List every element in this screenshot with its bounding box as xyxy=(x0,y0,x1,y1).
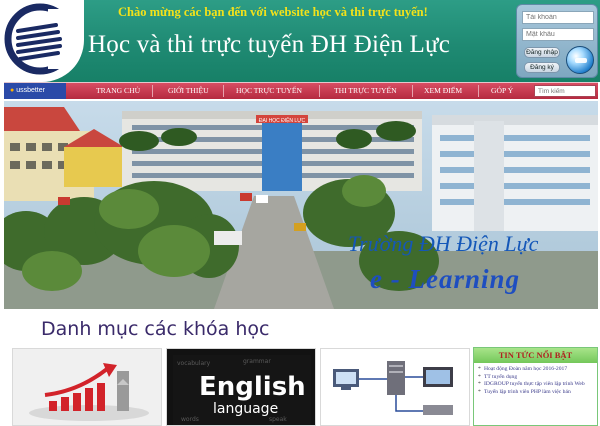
login-button[interactable]: Đăng nhập xyxy=(524,47,560,58)
nav-item-online-learning[interactable]: HỌC TRỰC TUYẾN xyxy=(236,83,302,99)
university-logo[interactable] xyxy=(0,0,84,82)
news-list: Hoạt động Đoàn năm học 2016-2017 TT tuyể… xyxy=(474,363,597,396)
nav-item-online-exam[interactable]: THI TRỰC TUYẾN xyxy=(334,83,397,99)
nav-item-feedback[interactable]: GÓP Ý xyxy=(491,83,513,99)
news-item[interactable]: IDGROUP tuyển thực tập viên lập trình We… xyxy=(478,381,593,389)
network-diagram-image xyxy=(333,361,453,415)
nav-divider xyxy=(223,85,224,97)
svg-text:grammar: grammar xyxy=(243,358,271,365)
featured-news-panel: TIN TỨC NỔI BẬT Hoạt động Đoàn năm học 2… xyxy=(473,347,598,426)
register-button[interactable]: Đăng ký xyxy=(524,62,560,73)
news-item[interactable]: Tuyển lập trình viên PHP làm việc bán xyxy=(478,389,593,397)
course-catalog-title: Danh mục các khóa học xyxy=(41,318,270,340)
brand-dot-icon: ● xyxy=(10,87,15,94)
nav-item-view-grades[interactable]: XEM ĐIỂM xyxy=(424,83,462,99)
site-header: Chào mừng các bạn đến với website học và… xyxy=(0,0,600,82)
campus-banner: ĐẠI HỌC ĐIỆN LỰC Trường ĐH Điện Lực e - … xyxy=(4,101,598,309)
svg-text:words: words xyxy=(181,416,199,423)
news-item[interactable]: Hoạt động Đoàn năm học 2016-2017 xyxy=(478,366,593,374)
submit-globe-icon[interactable] xyxy=(566,46,594,74)
power-coil-icon xyxy=(4,3,80,75)
nav-divider xyxy=(478,85,479,97)
course-card[interactable]: vocabulary grammar words speak English lan… xyxy=(166,348,316,426)
nav-divider xyxy=(152,85,153,97)
banner-subheading: e - Learning xyxy=(370,264,520,294)
english-language-image: vocabulary grammar words speak English lan… xyxy=(173,355,311,425)
svg-text:vocabulary: vocabulary xyxy=(177,360,211,367)
nav-divider xyxy=(319,85,320,97)
login-panel: Đăng nhập Đăng ký xyxy=(516,4,598,78)
svg-text:speak: speak xyxy=(269,416,287,423)
nav-brand-label: ussbetter xyxy=(16,87,45,94)
course-card[interactable] xyxy=(320,348,470,426)
main-navigation: ● ussbetter TRANG CHỦ GIỚI THIỆU HỌC TRỰ… xyxy=(4,82,598,99)
banner-heading: Trường ĐH Điện Lực xyxy=(348,231,539,256)
english-word: English xyxy=(199,372,306,402)
nav-item-about[interactable]: GIỚI THIỆU xyxy=(168,83,209,99)
welcome-message: Chào mừng các bạn đến với website học và… xyxy=(118,5,428,19)
language-word: language xyxy=(213,401,278,417)
course-card[interactable] xyxy=(12,348,162,426)
nav-divider xyxy=(412,85,413,97)
growth-chart-image xyxy=(29,363,149,421)
nav-search-input[interactable] xyxy=(534,85,596,97)
nav-item-home[interactable]: TRANG CHỦ xyxy=(96,83,140,99)
building-sign: ĐẠI HỌC ĐIỆN LỰC xyxy=(259,116,306,124)
nav-brand-logo[interactable]: ● ussbetter xyxy=(4,83,66,99)
username-input[interactable] xyxy=(522,11,594,24)
password-input[interactable] xyxy=(522,28,594,41)
news-title: TIN TỨC NỔI BẬT xyxy=(474,348,597,363)
site-title: Học và thi trực tuyến ĐH Điện Lực xyxy=(88,31,451,58)
